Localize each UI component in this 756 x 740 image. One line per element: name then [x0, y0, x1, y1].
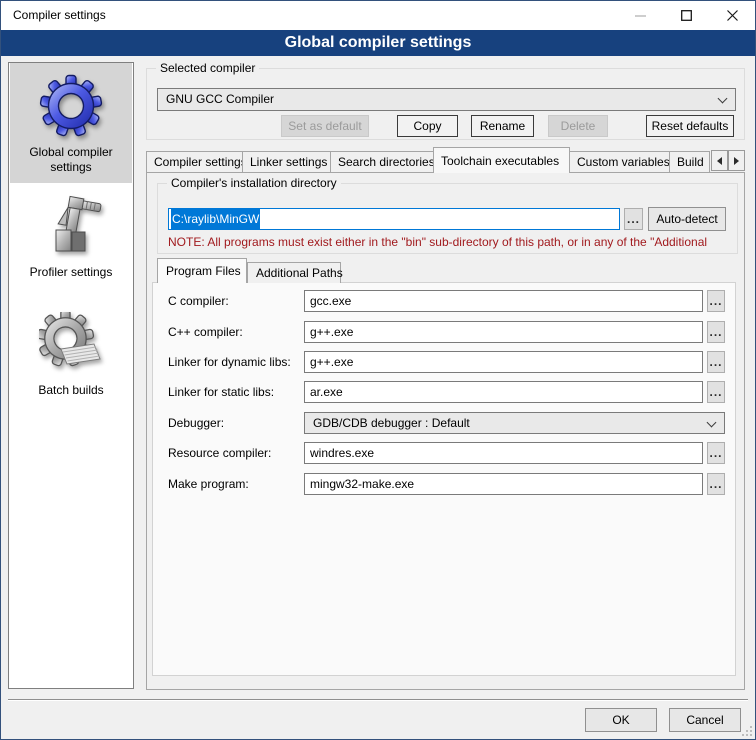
- installation-directory-browse-button[interactable]: ...: [624, 208, 643, 230]
- cpp-compiler-input[interactable]: [304, 321, 703, 343]
- compiler-select[interactable]: GNU GCC Compiler: [157, 88, 736, 111]
- sidebar-item-label: Batch builds: [16, 383, 126, 398]
- sidebar-item-profiler-settings[interactable]: Profiler settings: [10, 183, 132, 301]
- tab-search-directories[interactable]: Search directories: [330, 151, 434, 172]
- installation-note-text: NOTE: All programs must exist either in …: [168, 235, 730, 249]
- resource-compiler-label: Resource compiler:: [168, 446, 271, 460]
- delete-button[interactable]: Delete: [548, 115, 608, 137]
- auto-detect-button[interactable]: Auto-detect: [648, 207, 726, 231]
- reset-defaults-button[interactable]: Reset defaults: [646, 115, 734, 137]
- make-program-input[interactable]: [304, 473, 703, 495]
- maximize-icon: [681, 10, 692, 21]
- chevron-down-icon: [707, 418, 717, 428]
- tab-compiler-settings[interactable]: Compiler settings: [146, 151, 243, 172]
- minimize-icon: [635, 15, 646, 17]
- arrow-left-icon: [717, 157, 722, 165]
- linker-static-browse-button[interactable]: ...: [707, 381, 725, 403]
- titlebar[interactable]: Compiler settings: [1, 1, 755, 30]
- resource-compiler-browse-button[interactable]: ...: [707, 442, 725, 464]
- toolchain-executables-page: Compiler's installation directory C:\ray…: [146, 172, 745, 690]
- footer-separator: [8, 699, 748, 701]
- gear-stack-icon: [39, 312, 103, 376]
- dialog-header-band: Global compiler settings: [1, 30, 755, 56]
- cpp-compiler-browse-button[interactable]: ...: [707, 321, 725, 343]
- tab-scroll-right-button[interactable]: [728, 150, 745, 171]
- debugger-select[interactable]: GDB/CDB debugger : Default: [304, 412, 725, 434]
- sidebar-item-batch-builds[interactable]: Batch builds: [10, 301, 132, 419]
- linker-dynamic-browse-button[interactable]: ...: [707, 351, 725, 373]
- cancel-button[interactable]: Cancel: [669, 708, 741, 732]
- tab-custom-variables[interactable]: Custom variables: [569, 151, 670, 172]
- sidebar-item-global-compiler-settings[interactable]: Global compiler settings: [10, 63, 132, 183]
- caliper-icon: [39, 194, 103, 258]
- c-compiler-browse-button[interactable]: ...: [707, 290, 725, 312]
- tab-scroll-left-button[interactable]: [711, 150, 728, 171]
- close-icon: [727, 10, 738, 21]
- make-program-browse-button[interactable]: ...: [707, 473, 725, 495]
- make-program-label: Make program:: [168, 477, 249, 491]
- resize-grip[interactable]: [740, 724, 753, 737]
- compiler-settings-dialog: Compiler settings Global compiler settin…: [0, 0, 756, 740]
- ok-button[interactable]: OK: [585, 708, 657, 732]
- installation-directory-group: Compiler's installation directory C:\ray…: [157, 183, 738, 254]
- selected-compiler-legend: Selected compiler: [156, 61, 259, 75]
- program-files-panel: C compiler: ... C++ compiler: ... Linker…: [152, 282, 736, 676]
- selected-compiler-group: Selected compiler GNU GCC Compiler Set a…: [146, 68, 745, 140]
- cpp-compiler-label: C++ compiler:: [168, 325, 243, 339]
- gear-blue-icon: [39, 74, 103, 138]
- chevron-down-icon: [718, 94, 728, 104]
- sidebar-item-label: Global compiler settings: [16, 145, 126, 175]
- settings-category-list: Global compiler settings: [8, 62, 134, 689]
- compiler-select-value: GNU GCC Compiler: [166, 89, 713, 110]
- installation-directory-input[interactable]: C:\raylib\MinGW: [168, 208, 620, 230]
- close-button[interactable]: [709, 1, 755, 30]
- linker-dynamic-label: Linker for dynamic libs:: [168, 355, 291, 369]
- resource-compiler-input[interactable]: [304, 442, 703, 464]
- installation-directory-value: C:\raylib\MinGW: [171, 209, 260, 229]
- window-title: Compiler settings: [13, 1, 106, 30]
- copy-button[interactable]: Copy: [397, 115, 458, 137]
- sidebar-item-label: Profiler settings: [16, 265, 126, 280]
- subtab-additional-paths[interactable]: Additional Paths: [247, 262, 341, 283]
- rename-button[interactable]: Rename: [471, 115, 534, 137]
- arrow-right-icon: [734, 157, 739, 165]
- subtab-program-files[interactable]: Program Files: [157, 258, 247, 283]
- tab-build-options-truncated[interactable]: Build: [669, 151, 710, 172]
- linker-static-input[interactable]: [304, 381, 703, 403]
- linker-dynamic-input[interactable]: [304, 351, 703, 373]
- linker-static-label: Linker for static libs:: [168, 385, 274, 399]
- tab-toolchain-executables[interactable]: Toolchain executables: [433, 147, 570, 173]
- tab-linker-settings[interactable]: Linker settings: [242, 151, 331, 172]
- debugger-label: Debugger:: [168, 416, 224, 430]
- maximize-button[interactable]: [663, 1, 709, 30]
- dialog-header-title: Global compiler settings: [285, 34, 472, 52]
- debugger-select-value: GDB/CDB debugger : Default: [313, 413, 702, 434]
- set-as-default-button[interactable]: Set as default: [281, 115, 369, 137]
- installation-directory-legend: Compiler's installation directory: [167, 176, 341, 190]
- minimize-button[interactable]: [617, 1, 663, 30]
- c-compiler-input[interactable]: [304, 290, 703, 312]
- c-compiler-label: C compiler:: [168, 294, 229, 308]
